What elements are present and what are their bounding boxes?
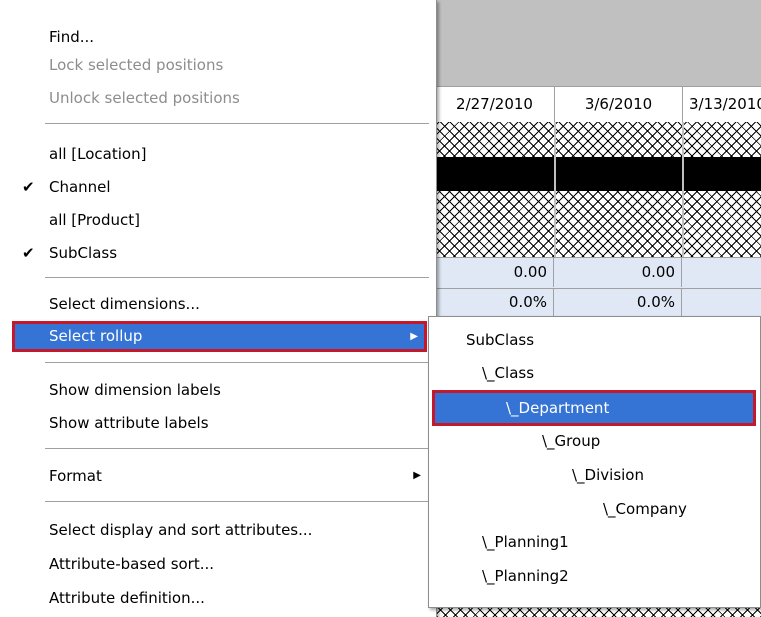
submenu-item-group[interactable]: \_Group bbox=[542, 426, 600, 456]
menu-separator bbox=[45, 362, 429, 364]
menu-item-unlock-positions: Unlock selected positions bbox=[49, 89, 240, 107]
checkmark-icon: ✔ bbox=[22, 178, 35, 196]
date-column-header[interactable]: 2/27/2010 bbox=[435, 87, 555, 122]
grid-cell[interactable]: 0.00 bbox=[435, 258, 554, 287]
menu-item-attribute-sort[interactable]: Attribute-based sort... bbox=[49, 549, 214, 579]
menu-item-find[interactable]: Find... bbox=[49, 22, 94, 52]
context-menu: Find... Lock selected positions Unlock s… bbox=[0, 0, 437, 617]
menu-separator bbox=[45, 277, 429, 279]
menu-item-subclass[interactable]: SubClass bbox=[49, 238, 117, 268]
rollup-submenu: SubClass \_Class \_Department \_Group \_… bbox=[428, 316, 761, 608]
grid-column-divider bbox=[554, 122, 556, 258]
submenu-item-department[interactable]: \_Department bbox=[432, 390, 756, 426]
checkmark-icon: ✔ bbox=[22, 244, 35, 262]
menu-item-channel[interactable]: Channel bbox=[49, 172, 111, 202]
locked-cells-row bbox=[437, 607, 761, 617]
grid-value-row: 0.00 0.00 bbox=[435, 257, 761, 289]
menu-item-select-display-sort[interactable]: Select display and sort attributes... bbox=[49, 515, 312, 545]
date-column-header[interactable]: 3/6/2010 bbox=[555, 87, 683, 122]
menu-item-attribute-definition[interactable]: Attribute definition... bbox=[49, 583, 205, 613]
submenu-item-planning2[interactable]: \_Planning2 bbox=[482, 561, 569, 591]
menu-item-label: Format bbox=[49, 467, 102, 485]
submenu-item-class[interactable]: \_Class bbox=[482, 358, 534, 388]
grid-cell[interactable]: 0.0% bbox=[435, 289, 554, 316]
grid-percent-row: 0.0% 0.0% bbox=[435, 288, 761, 318]
date-column-header[interactable]: 3/13/2010 bbox=[683, 87, 761, 122]
menu-item-format[interactable]: Format ▶ bbox=[49, 461, 421, 491]
menu-item-all-location[interactable]: all [Location] bbox=[49, 139, 146, 169]
locked-cells-row bbox=[435, 122, 761, 157]
grid-column-divider bbox=[682, 122, 684, 258]
black-separator-row bbox=[435, 157, 761, 191]
menu-item-lock-positions: Lock selected positions bbox=[49, 56, 224, 74]
menu-item-show-dimension-labels[interactable]: Show dimension labels bbox=[49, 375, 221, 405]
submenu-item-planning1[interactable]: \_Planning1 bbox=[482, 527, 569, 557]
menu-separator bbox=[45, 501, 429, 503]
submenu-item-subclass[interactable]: SubClass bbox=[466, 325, 534, 355]
menu-separator bbox=[45, 123, 429, 125]
grid-header-area bbox=[435, 0, 761, 86]
menu-item-show-attribute-labels[interactable]: Show attribute labels bbox=[49, 408, 209, 438]
menu-item-select-rollup[interactable]: Select rollup ▶ bbox=[12, 321, 427, 352]
submenu-arrow-icon: ▶ bbox=[413, 470, 421, 481]
submenu-arrow-icon: ▶ bbox=[410, 331, 418, 342]
submenu-item-label: \_Department bbox=[506, 399, 610, 417]
menu-item-all-product[interactable]: all [Product] bbox=[49, 205, 140, 235]
menu-item-select-dimensions[interactable]: Select dimensions... bbox=[49, 289, 200, 319]
menu-separator bbox=[45, 448, 429, 450]
grid-cell[interactable]: 0.00 bbox=[555, 258, 682, 287]
locked-cells-row bbox=[435, 191, 761, 257]
grid-date-header-row: 2/27/2010 3/6/2010 3/13/2010 bbox=[435, 86, 761, 123]
submenu-item-division[interactable]: \_Division bbox=[572, 460, 644, 490]
menu-item-label: Select rollup bbox=[49, 327, 143, 345]
submenu-item-company[interactable]: \_Company bbox=[603, 494, 687, 524]
grid-cell[interactable]: 0.0% bbox=[555, 289, 682, 316]
